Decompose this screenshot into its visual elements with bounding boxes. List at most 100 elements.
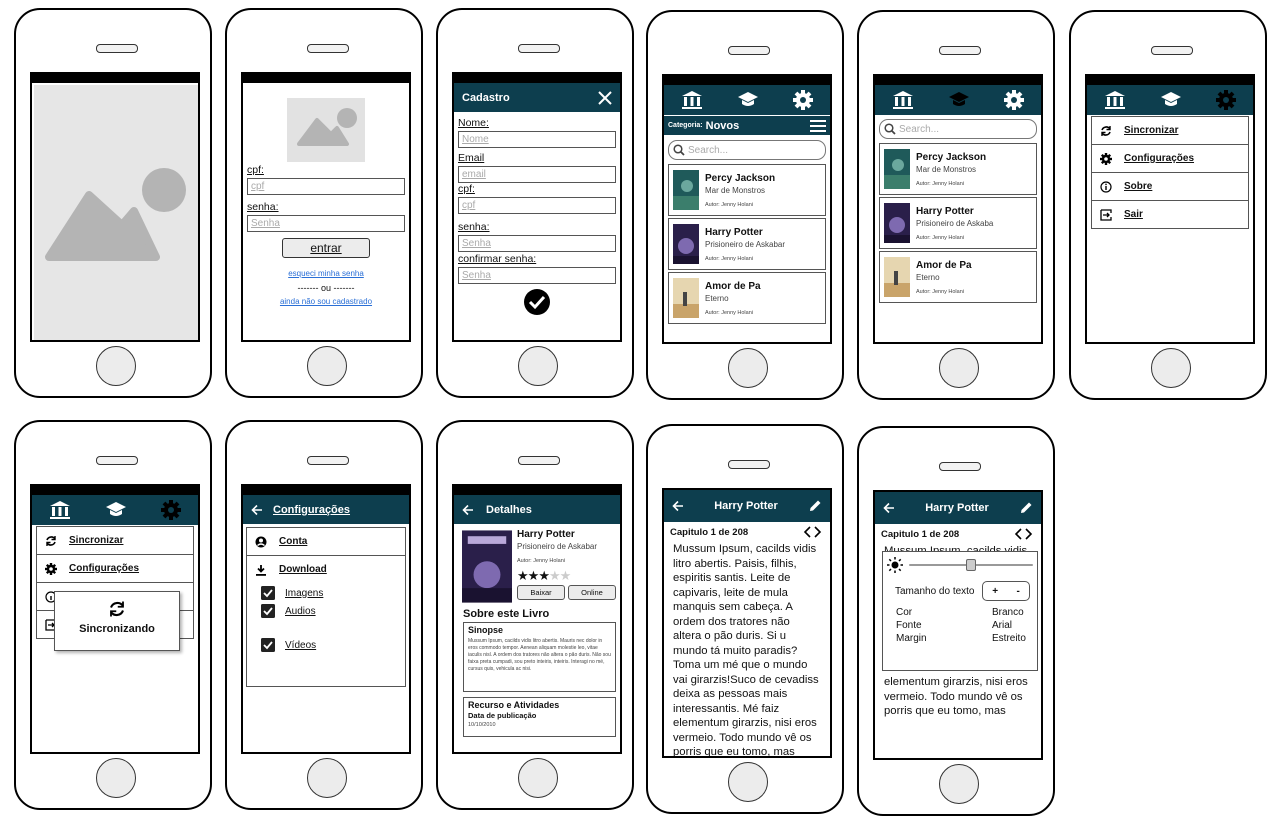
synopsis-heading: Sinopse [468,625,504,635]
checkbox-checked-icon[interactable] [261,638,275,652]
confirm-senha-input[interactable]: Senha [458,267,616,284]
gear-icon[interactable] [1004,90,1024,110]
menu-item-about[interactable]: Sobre [1091,173,1249,201]
register-link[interactable]: ainda não sou cadastrado [243,297,409,306]
book-item[interactable]: Percy Jackson Mar de Monstros Autor: Jen… [879,143,1037,195]
home-button[interactable] [518,758,558,798]
home-button[interactable] [728,348,768,388]
menu-item-settings[interactable]: Configurações [36,555,194,583]
font-size-minus-button[interactable]: - [1016,586,1019,597]
font-size-plus-button[interactable]: + [992,586,998,597]
book-item[interactable]: Harry Potter Prisioneiro de Askaba Autor… [879,197,1037,249]
graduation-cap-icon[interactable] [948,91,970,109]
book-author: Autor: Jenny Holani [705,255,753,262]
graduation-cap-icon[interactable] [105,501,127,519]
back-arrow-icon[interactable] [462,504,474,516]
checkbox-videos[interactable]: Vídeos [247,638,405,652]
star-filled-icon[interactable]: ★ [538,568,550,583]
library-icon[interactable] [1104,90,1126,110]
search-bar[interactable]: Search... [668,140,826,160]
graduation-cap-icon[interactable] [737,91,759,109]
chevron-right-icon[interactable] [1025,528,1033,540]
search-placeholder: Search... [899,123,940,135]
home-button[interactable] [939,764,979,804]
senha-input[interactable]: Senha [458,235,616,252]
forgot-password-link[interactable]: esqueci minha senha [243,269,409,278]
home-button[interactable] [939,348,979,388]
book-title: Harry Potter [517,529,575,540]
chevron-right-icon[interactable] [814,526,822,538]
gear-icon[interactable] [793,90,813,110]
checkbox-checked-icon[interactable] [261,586,275,600]
chevron-left-icon[interactable] [1014,528,1022,540]
margin-value[interactable]: Estreito [992,633,1029,644]
menu-item-logout[interactable]: Sair [1091,201,1249,229]
menu-item-sync[interactable]: Sincronizar [36,527,194,555]
library-icon[interactable] [49,500,71,520]
book-author: Autor: Jenny Holani [517,558,565,564]
book-item[interactable]: Amor de Pa Eterno Autor: Jenny Holani [668,272,826,324]
pencil-icon[interactable] [1019,501,1033,515]
harry-potter-cover [462,530,512,603]
fonte-value[interactable]: Arial [992,620,1029,631]
star-empty-icon[interactable]: ★ [549,568,561,583]
gear-icon[interactable] [161,500,181,520]
cpf-input[interactable]: cpf [247,178,405,195]
hamburger-menu-icon[interactable] [810,119,826,132]
checkbox-checked-icon[interactable] [261,604,275,618]
book-item[interactable]: Amor de Pa Eterno Autor: Jenny Holani [879,251,1037,303]
menu-item-sync[interactable]: Sincronizar [1091,117,1249,145]
star-filled-icon[interactable]: ★ [517,568,529,583]
category-value[interactable]: Novos [706,120,740,132]
star-filled-icon[interactable]: ★ [528,568,540,583]
home-button[interactable] [1151,348,1191,388]
cor-value[interactable]: Branco [992,607,1029,618]
download-button[interactable]: Baixar [517,585,565,600]
search-bar[interactable]: Search... [879,119,1037,139]
brightness-slider-knob[interactable] [966,559,976,571]
nome-input[interactable]: Nome [458,131,616,148]
about-book-heading: Sobre este Livro [463,608,550,620]
library-icon[interactable] [892,90,914,110]
cpf-input[interactable]: cpf [458,197,616,214]
home-button[interactable] [307,758,347,798]
home-button[interactable] [307,346,347,386]
back-arrow-icon[interactable] [672,500,684,512]
star-empty-icon[interactable]: ★ [560,568,572,583]
brightness-slider[interactable] [909,558,1033,572]
email-input[interactable]: email [458,166,616,183]
amor-de-pai-cover [884,257,910,297]
status-bar [32,486,198,495]
book-item[interactable]: Percy Jackson Mar de Monstros Autor: Jen… [668,164,826,216]
menu-item-settings[interactable]: Configurações [1091,145,1249,173]
config-item-download[interactable]: Download [247,556,405,583]
synopsis-text: Mussum Ipsum, cacilds vidis litro aberti… [468,638,611,672]
phone-library-search: Search... Percy Jackson Mar de Monstros … [857,10,1055,400]
logout-icon [1100,208,1112,221]
user-icon [255,536,267,547]
home-button[interactable] [728,762,768,802]
pencil-icon[interactable] [808,499,822,513]
chevron-left-icon[interactable] [803,526,811,538]
senha-input[interactable]: Senha [247,215,405,232]
back-arrow-icon[interactable] [251,504,263,516]
library-icon[interactable] [681,90,703,110]
rating-stars[interactable]: ★★★★★ [517,568,616,584]
page-title: Cadastro [462,91,510,104]
online-button[interactable]: Online [568,585,616,600]
check-confirm-icon[interactable] [523,288,551,316]
checkbox-images[interactable]: Imagens [247,586,405,600]
font-size-stepper[interactable]: + - [982,581,1030,601]
checkbox-audios[interactable]: Audios [247,604,405,618]
back-arrow-icon[interactable] [883,502,895,514]
config-item-account[interactable]: Conta [247,528,405,556]
enter-button[interactable]: entrar [282,238,370,258]
home-button[interactable] [518,346,558,386]
gear-icon[interactable] [1216,90,1236,110]
book-item[interactable]: Harry Potter Prisioneiro de Askabar Auto… [668,218,826,270]
home-button[interactable] [96,758,136,798]
home-button[interactable] [96,346,136,386]
search-icon [673,144,685,156]
graduation-cap-icon[interactable] [1160,91,1182,109]
close-icon[interactable] [598,90,612,105]
